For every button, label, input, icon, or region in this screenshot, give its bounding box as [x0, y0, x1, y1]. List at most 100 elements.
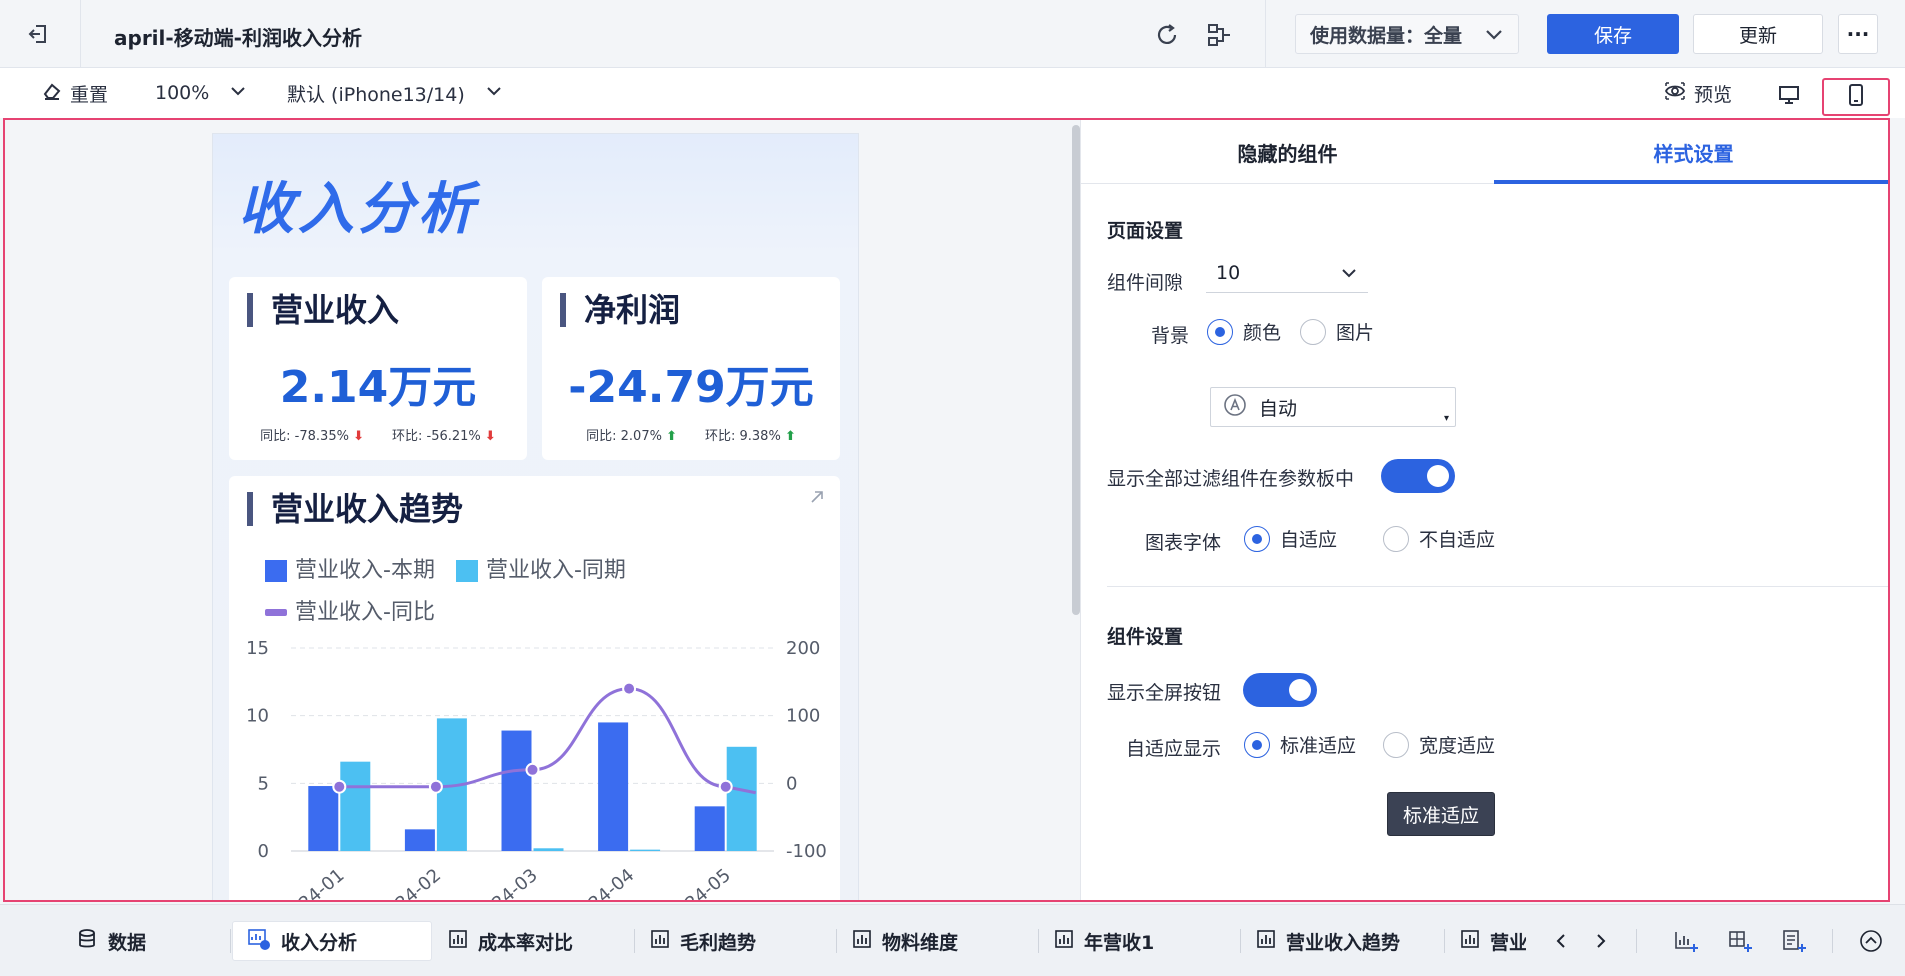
bg-image-radio[interactable]: 图片: [1300, 318, 1374, 345]
legend-swatch: [455, 560, 478, 582]
legend-item[interactable]: 营业收入-本期: [265, 554, 435, 588]
kpi-title: 净利润: [560, 293, 680, 327]
width-fit-radio[interactable]: 宽度适应: [1383, 731, 1495, 758]
expand-icon[interactable]: [808, 488, 826, 510]
bar-prior: [533, 848, 564, 851]
chevron-down-icon: [1340, 264, 1358, 287]
divider: [1444, 929, 1445, 953]
trend-chart: 15 10 5 0 200 100 0 -100 2024-01 2024-02 2024-03 20…: [246, 638, 827, 902]
device-select[interactable]: 默认 (iPhone13/14): [287, 78, 503, 108]
y2-tick-label: 200: [786, 638, 820, 659]
mom-text: 环比: 9.38%: [705, 429, 781, 444]
font-adaptive-radio[interactable]: 自适应: [1244, 525, 1337, 552]
bar-prior: [340, 761, 371, 851]
tab-revenue-trend[interactable]: 营业收入趋势: [1256, 921, 1400, 961]
y2-tick-label: -100: [786, 841, 827, 862]
trend-chart-card[interactable]: 营业收入趋势 营业收入-本期 营业收入-同期 营业收入-同比 15 10 5 0 200…: [229, 476, 840, 902]
bar-prior: [630, 849, 661, 851]
radio-unchecked: [1383, 731, 1409, 758]
desktop-view-button[interactable]: [1762, 78, 1816, 116]
active-tab-indicator: [1494, 180, 1888, 184]
refresh-icon[interactable]: [1152, 20, 1182, 50]
update-button[interactable]: 更新: [1693, 14, 1823, 54]
standard-fit-radio[interactable]: 标准适应: [1244, 731, 1356, 758]
database-icon: [76, 928, 98, 955]
adaptive-display-label: 自适应显示: [1126, 738, 1222, 760]
page-title: april-移动端-利润收入分析: [114, 26, 362, 50]
arrow-up-icon: ⬆: [784, 429, 796, 444]
tab-truncated[interactable]: 营业: [1460, 921, 1526, 961]
chevron-right-icon[interactable]: [1585, 925, 1617, 957]
y-tick-label: 10: [246, 706, 269, 727]
legend-item[interactable]: 营业收入-同期: [455, 554, 626, 588]
tab-hidden-components[interactable]: 隐藏的组件: [1081, 120, 1494, 184]
x-tick-label: 2024-03: [471, 865, 542, 902]
chart-icon: [448, 929, 468, 954]
reset-button[interactable]: 重置: [42, 78, 108, 108]
mobile-view-button[interactable]: [1822, 78, 1890, 116]
yoy-point: [428, 779, 443, 794]
tab-label: 年营收1: [1084, 931, 1155, 954]
tab-gross-profit-trend[interactable]: 毛利趋势: [650, 921, 756, 961]
editor-workspace: 收入分析 营业收入 2.14万元 同比: -78.35% ⬇ 环比: -56.2…: [3, 118, 1890, 902]
width-fit-label: 宽度适应: [1419, 735, 1496, 757]
fullscreen-label: 显示全屏按钮: [1107, 682, 1222, 704]
show-filters-toggle[interactable]: [1381, 459, 1455, 493]
dashboard-title: 收入分析: [238, 177, 478, 242]
auto-label: 自动: [1259, 397, 1298, 420]
chart-icon: [852, 929, 872, 954]
kpi-card-net-profit[interactable]: 净利润 -24.79万元 同比: 2.07% ⬆ 环比: 9.38% ⬆: [542, 277, 840, 460]
exit-icon[interactable]: [22, 18, 54, 50]
tab-label: 数据: [108, 931, 147, 954]
tab-material-dimension[interactable]: 物料维度: [852, 921, 958, 961]
chevron-left-icon[interactable]: [1545, 925, 1577, 957]
radio-checked: [1244, 731, 1270, 758]
more-button[interactable]: ···: [1838, 14, 1878, 54]
tab-revenue-analysis[interactable]: 收入分析: [232, 921, 432, 961]
radio-unchecked: [1300, 318, 1326, 345]
preview-button[interactable]: 预览: [1664, 78, 1732, 108]
add-report-icon[interactable]: [1778, 925, 1810, 957]
auto-letter-icon: [1223, 393, 1247, 422]
kpi-compare: 同比: -78.35% ⬇ 环比: -56.21% ⬇: [229, 425, 527, 444]
bar-current: [404, 829, 435, 851]
show-filters-label: 显示全部过滤组件在参数板中: [1107, 468, 1355, 490]
legend-item[interactable]: 营业收入-同比: [265, 596, 435, 630]
chart-legend: 营业收入-本期 营业收入-同期 营业收入-同比: [265, 554, 665, 630]
add-chart-icon[interactable]: [1670, 925, 1702, 957]
yoy-text: 同比: -78.35%: [260, 429, 349, 444]
bg-color-radio[interactable]: 颜色: [1207, 318, 1281, 345]
kpi-card-revenue[interactable]: 营业收入 2.14万元 同比: -78.35% ⬇ 环比: -56.21% ⬇: [229, 277, 527, 460]
zoom-value: 100%: [155, 82, 210, 104]
tab-label: 营业: [1490, 931, 1526, 954]
tab-data[interactable]: 数据: [76, 921, 146, 961]
y-tick-label: 0: [258, 841, 269, 862]
mom-text: 环比: -56.21%: [392, 429, 481, 444]
tab-cost-ratio[interactable]: 成本率对比: [448, 921, 573, 961]
kpi-compare: 同比: 2.07% ⬆ 环比: 9.38% ⬆: [542, 425, 840, 444]
collapse-up-icon[interactable]: [1855, 925, 1887, 957]
save-button[interactable]: 保存: [1547, 14, 1679, 54]
legend-label: 营业收入-同期: [485, 558, 626, 583]
data-usage-label: 使用数据量：全量: [1310, 24, 1463, 47]
canvas-scrollbar[interactable]: [1072, 125, 1080, 615]
zoom-select[interactable]: 100%: [155, 78, 247, 108]
bg-color-select[interactable]: 自动 ▾: [1210, 387, 1456, 427]
add-dashboard-icon[interactable]: [1724, 925, 1756, 957]
divider: [1038, 929, 1039, 953]
gap-select[interactable]: 10: [1206, 253, 1368, 293]
bg-color-label: 颜色: [1243, 322, 1282, 344]
reset-label: 重置: [70, 83, 109, 106]
chevron-down-icon: [485, 82, 503, 105]
tab-style-settings[interactable]: 样式设置: [1494, 120, 1888, 184]
chevron-down-icon: [1484, 25, 1504, 50]
x-tick-label: 2024-01: [277, 865, 348, 902]
data-usage-select[interactable]: 使用数据量：全量: [1295, 14, 1519, 54]
tab-annual-revenue[interactable]: 年营收1: [1054, 921, 1154, 961]
fullscreen-toggle[interactable]: [1243, 673, 1317, 707]
mobile-canvas: 收入分析 营业收入 2.14万元 同比: -78.35% ⬇ 环比: -56.2…: [212, 133, 859, 902]
y2-tick-label: 0: [786, 773, 797, 794]
gap-value: 10: [1216, 261, 1241, 284]
data-flow-icon[interactable]: [1205, 20, 1235, 50]
font-nonadaptive-radio[interactable]: 不自适应: [1383, 525, 1495, 552]
